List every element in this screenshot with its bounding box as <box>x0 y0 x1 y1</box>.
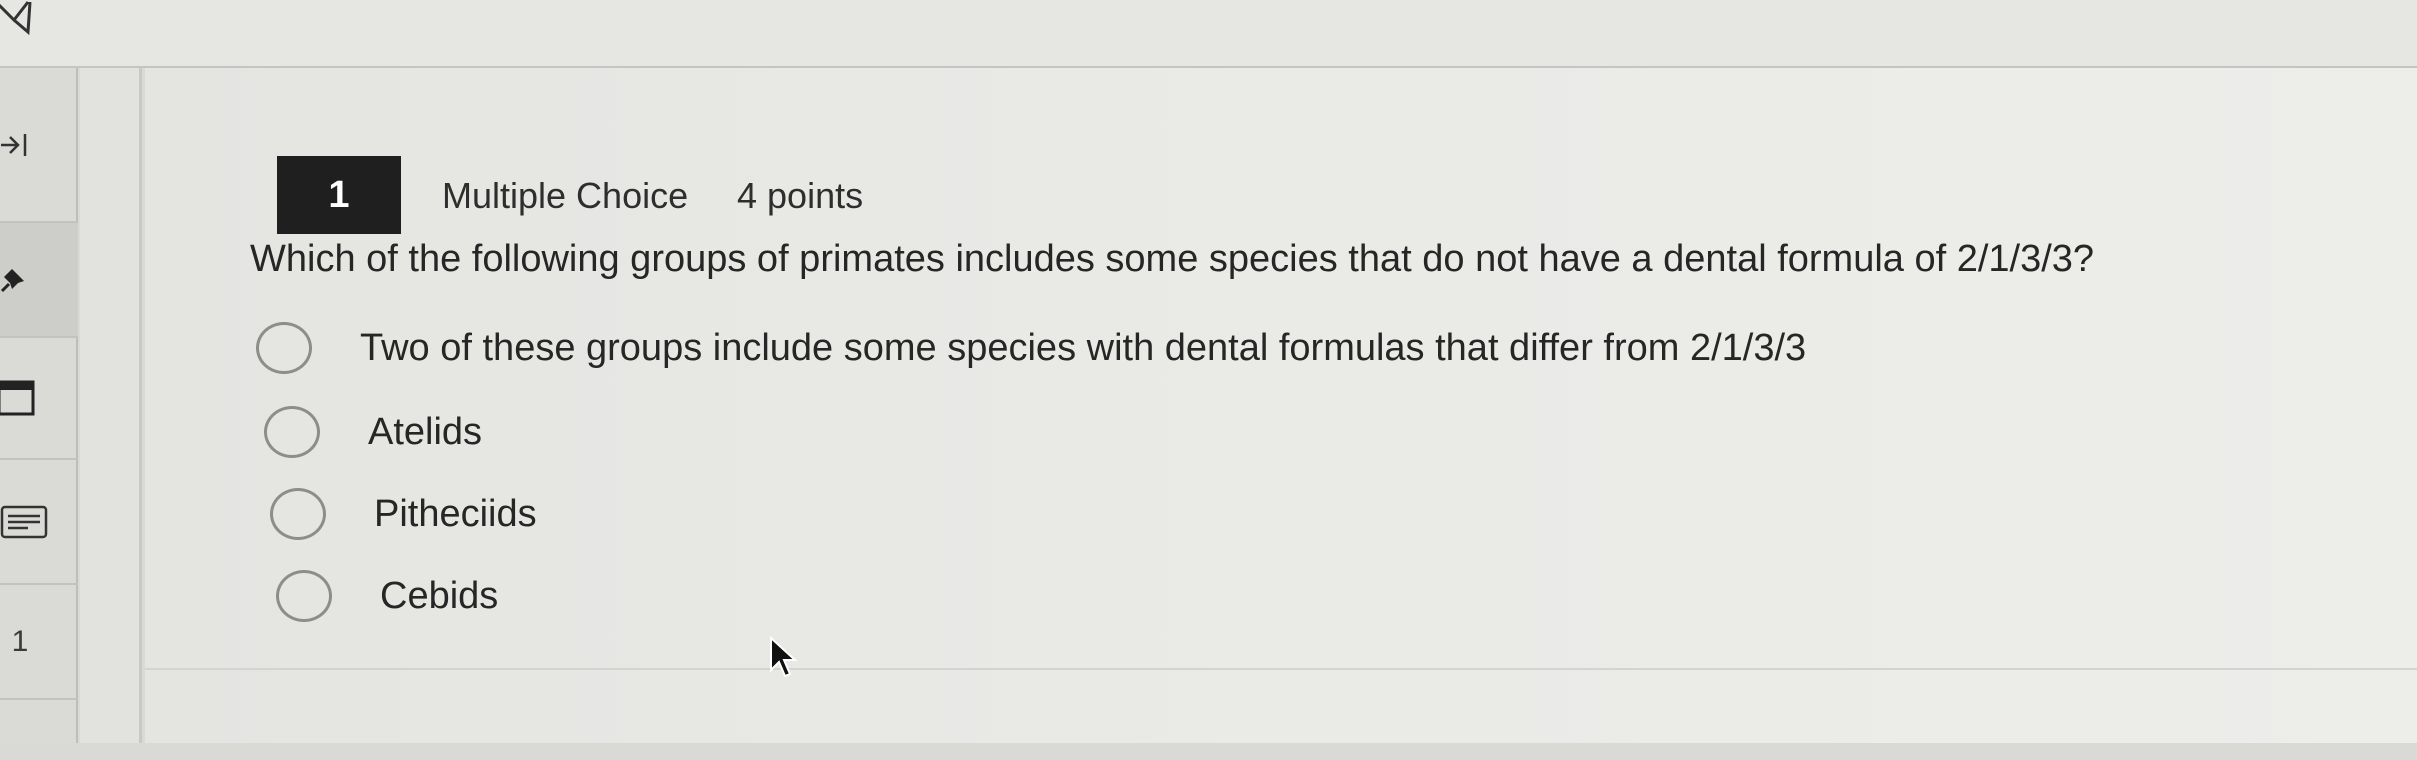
question-panel: 1 Multiple Choice 4 points <box>145 68 2417 743</box>
collapse-sidebar-icon <box>1 133 27 156</box>
answer-option-label[interactable]: Pitheciids <box>374 493 537 536</box>
radio-button[interactable] <box>276 570 332 622</box>
question-nav-number: 1 <box>11 624 29 658</box>
calculator-icon <box>0 380 35 416</box>
collapse-sidebar-button[interactable] <box>0 68 78 223</box>
question-points: 4 points <box>737 175 864 216</box>
answer-option-label[interactable]: Cebids <box>380 575 498 618</box>
question-type: Multiple Choice <box>442 175 689 216</box>
tools-icon[interactable] <box>0 0 34 36</box>
left-toolbar: 1 <box>0 68 78 743</box>
notes-icon <box>0 505 48 538</box>
question-nav-next[interactable] <box>0 700 78 760</box>
answer-option-label[interactable]: Atelids <box>368 411 482 454</box>
pin-icon <box>0 268 24 292</box>
radio-button[interactable] <box>264 406 320 458</box>
answer-option[interactable]: Cebids <box>276 566 498 626</box>
radio-button[interactable] <box>270 488 326 540</box>
answer-option[interactable]: Two of these groups include some species… <box>256 318 1806 378</box>
answer-option[interactable]: Pitheciids <box>270 484 537 544</box>
question-nav-item[interactable]: 1 <box>0 585 78 700</box>
answer-option[interactable]: Atelids <box>264 402 482 462</box>
calculator-button[interactable] <box>0 338 78 460</box>
panel-divider <box>145 668 2417 670</box>
notes-button[interactable] <box>0 460 78 585</box>
sidebar-gutter <box>80 68 142 743</box>
pin-button[interactable] <box>0 223 78 338</box>
top-bar <box>0 0 2417 68</box>
answer-option-label[interactable]: Two of these groups include some species… <box>360 327 1806 370</box>
question-text: Which of the following groups of primate… <box>250 238 2095 280</box>
radio-button[interactable] <box>256 322 312 374</box>
mouse-cursor-icon <box>770 636 798 678</box>
question-number-badge: 1 <box>277 156 401 234</box>
